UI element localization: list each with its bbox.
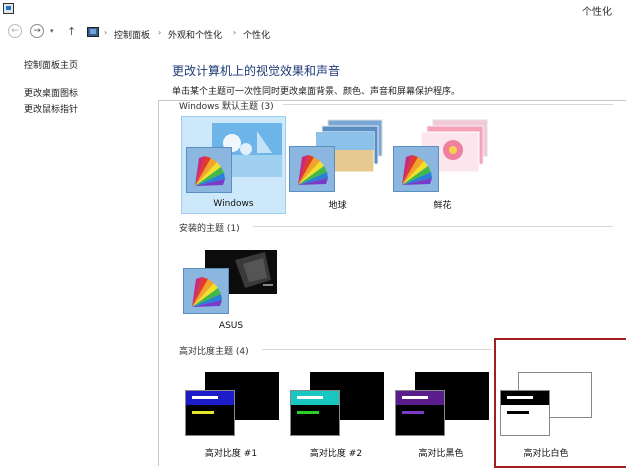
theme-label: 鲜花: [433, 201, 452, 211]
breadcrumb-personalization[interactable]: 个性化: [243, 28, 270, 41]
page-title: 更改计算机上的视觉效果和声音: [172, 64, 341, 78]
sidebar-item-control-panel-home[interactable]: 控制面板主页: [24, 58, 78, 71]
color-swatch-icon: [183, 268, 229, 314]
theme-label: 高对比黑色: [418, 449, 464, 459]
back-button[interactable]: ←: [8, 24, 22, 38]
theme-earth[interactable]: 地球: [286, 116, 389, 212]
page-subtitle: 单击某个主题可一次性同时更改桌面背景、颜色、声音和屏幕保护程序。: [172, 87, 461, 97]
color-swatch-icon: [289, 146, 335, 192]
group-header-windows: Windows 默认主题 (3): [179, 102, 274, 112]
highlight-annotation-box: [494, 338, 626, 468]
group-divider: [253, 226, 613, 227]
group-header-installed: 安装的主题 (1): [179, 224, 240, 234]
hc2-color-preview: [290, 390, 340, 436]
sidebar-item-mouse-pointers[interactable]: 更改鼠标指针: [24, 102, 78, 115]
control-panel-icon[interactable]: [3, 3, 14, 14]
theme-high-contrast-black[interactable]: 高对比黑色: [391, 368, 491, 460]
theme-flowers[interactable]: 鲜花: [391, 116, 494, 212]
theme-label: ASUS: [218, 321, 244, 331]
navigation-bar: ← → ▾ ↑ › 控制面板 › 外观和个性化 › 个性化: [0, 22, 626, 44]
theme-label: 地球: [328, 201, 347, 211]
breadcrumb-control-panel[interactable]: 控制面板: [114, 28, 150, 41]
title-bar: 个性化: [0, 0, 626, 18]
breadcrumb-appearance[interactable]: 外观和个性化: [168, 28, 222, 41]
group-divider: [283, 104, 613, 105]
recent-pages-dropdown-icon[interactable]: ▾: [50, 27, 54, 35]
hcb-color-preview: [395, 390, 445, 436]
window-title: 个性化: [582, 7, 612, 18]
up-button[interactable]: ↑: [67, 25, 76, 38]
color-fan-icon: [402, 155, 432, 185]
theme-label: 高对比度 #1: [204, 449, 258, 459]
breadcrumb-separator: ›: [158, 28, 162, 37]
hc1-color-preview: [185, 390, 235, 436]
color-swatch-icon: [393, 146, 439, 192]
group-divider: [262, 349, 492, 350]
color-fan-icon: [298, 155, 328, 185]
breadcrumb-separator: ›: [233, 28, 237, 37]
group-header-high-contrast: 高对比度主题 (4): [179, 347, 249, 357]
forward-button[interactable]: →: [30, 24, 44, 38]
color-swatch-icon: [186, 147, 232, 193]
theme-high-contrast-1[interactable]: 高对比度 #1: [181, 368, 281, 460]
theme-high-contrast-2[interactable]: 高对比度 #2: [286, 368, 386, 460]
theme-windows[interactable]: Windows: [181, 116, 286, 214]
breadcrumb-separator: ›: [104, 28, 108, 37]
theme-label: 高对比度 #2: [309, 449, 363, 459]
theme-asus[interactable]: ASUS: [181, 244, 284, 336]
control-panel-address-icon: [87, 27, 99, 37]
theme-label: Windows: [213, 199, 254, 209]
sidebar-item-desktop-icons[interactable]: 更改桌面图标: [24, 86, 78, 99]
color-fan-icon: [192, 277, 222, 307]
color-fan-icon: [195, 156, 225, 186]
